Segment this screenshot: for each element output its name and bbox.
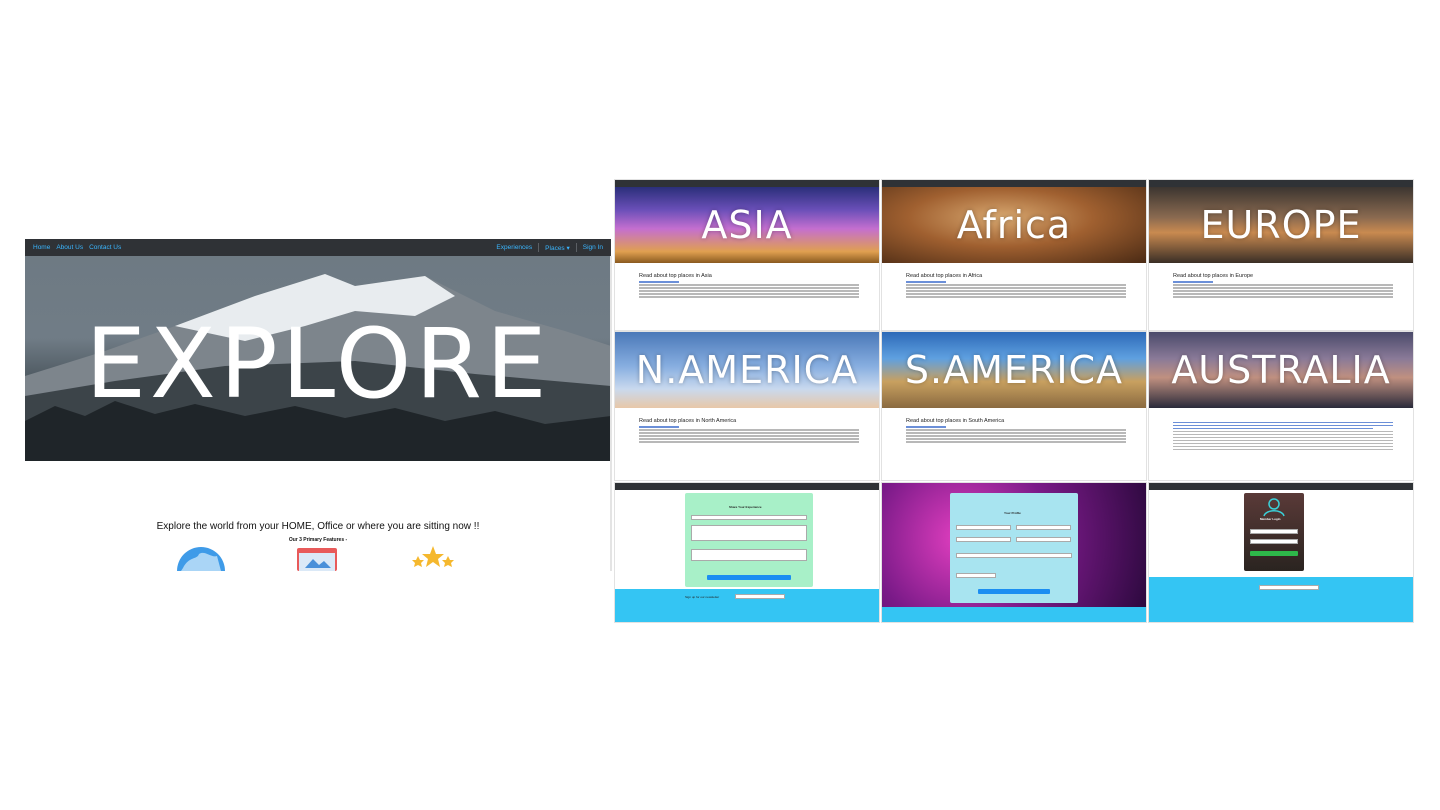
page-body: Read about top places in Africa [882, 263, 1146, 303]
page-body: Read about top places in Europe [1149, 263, 1413, 303]
mini-navbar [1149, 483, 1413, 490]
asia-banner: ASIA [615, 187, 879, 263]
experience-card: Share Your Experience [685, 493, 813, 587]
mini-navbar [615, 483, 879, 490]
asia-page: ASIA Read about top places in Asia [614, 179, 880, 331]
submit-button[interactable] [978, 589, 1050, 594]
tagline: Explore the world from your HOME, Office… [156, 521, 480, 532]
card-title: Share Your Experience [729, 505, 762, 509]
mini-navbar [615, 180, 879, 187]
nav-home-link[interactable]: Home [33, 244, 50, 251]
europe-banner: EUROPE [1149, 187, 1413, 263]
phone-input[interactable] [1016, 537, 1071, 542]
north-america-banner: N.AMERICA [615, 332, 879, 408]
login-page: Member Login [1148, 482, 1414, 623]
explore-homepage: Home About Us Contact Us Experiences Pla… [25, 239, 612, 571]
banner-title: ASIA [701, 203, 793, 247]
last-name-input[interactable] [1016, 525, 1071, 530]
screenshot-collage: Home About Us Contact Us Experiences Pla… [0, 0, 1440, 810]
page-body: Read about top places in South America [882, 408, 1146, 448]
section-heading: Read about top places in Europe [1173, 273, 1254, 279]
user-icon [1263, 498, 1285, 517]
banner-title: Africa [956, 203, 1072, 247]
mini-navbar [882, 180, 1146, 187]
australia-page: AUSTRALIA [1148, 331, 1414, 481]
banner-title: EUROPE [1200, 203, 1362, 247]
username-input[interactable] [1250, 529, 1298, 534]
south-america-page: S.AMERICA Read about top places in South… [881, 331, 1147, 481]
footer-bar: Sign up for our newsletter [615, 589, 879, 622]
hero-banner: EXPLORE [25, 256, 611, 461]
banner-title: S.AMERICA [904, 348, 1124, 392]
south-america-banner: S.AMERICA [882, 332, 1146, 408]
password-input[interactable] [1250, 539, 1298, 544]
login-card: Member Login [1244, 493, 1304, 571]
hero-title: EXPLORE [85, 308, 551, 420]
globe-icon [177, 547, 225, 571]
stars-icon [412, 546, 454, 567]
experience-form-page: Share Your Experience Sign up for our ne… [614, 482, 880, 623]
experience-textarea[interactable] [691, 525, 807, 541]
section-heading: Read about top places in North America [639, 418, 737, 424]
nav-experiences-link[interactable]: Experiences [496, 244, 532, 251]
nav-about-link[interactable]: About Us [56, 244, 83, 251]
nav-divider [575, 243, 577, 252]
nav-right-group: Experiences Places ▾ Sign In [496, 243, 603, 252]
africa-banner: Africa [882, 187, 1146, 263]
profile-card: Your Profile [950, 493, 1078, 603]
card-title: Member Login [1260, 517, 1281, 521]
card-title: Your Profile [1004, 511, 1021, 515]
profile-form-page: Your Profile [881, 482, 1147, 623]
login-button[interactable] [1250, 551, 1298, 556]
section-heading: Read about top places in Asia [639, 273, 712, 279]
top-navbar: Home About Us Contact Us Experiences Pla… [25, 239, 611, 256]
continent-pages-grid: ASIA Read about top places in Asia Afric… [614, 179, 1414, 631]
newsletter-input[interactable] [735, 594, 785, 599]
footer-bar [1149, 577, 1413, 622]
europe-page: EUROPE Read about top places in Europe [1148, 179, 1414, 331]
page-body [1149, 408, 1413, 456]
section-heading: Read about top places in South America [906, 418, 1005, 424]
scrollbar[interactable] [610, 256, 612, 571]
mini-navbar [1149, 180, 1413, 187]
nav-divider [538, 243, 540, 252]
details-textarea[interactable] [691, 549, 807, 561]
page-body: Read about top places in Asia [615, 263, 879, 303]
nav-signin-link[interactable]: Sign In [583, 244, 603, 251]
footer-bar [882, 607, 1146, 622]
email-input[interactable] [956, 537, 1011, 542]
signup-label: Sign up for our newsletter [685, 595, 720, 599]
browser-window-icon [297, 548, 337, 571]
africa-page: Africa Read about top places in Africa [881, 179, 1147, 331]
password-input[interactable] [956, 573, 996, 578]
nav-left-group: Home About Us Contact Us [33, 244, 121, 251]
address-input[interactable] [956, 553, 1072, 558]
name-input[interactable] [691, 515, 807, 520]
banner-title: N.AMERICA [635, 348, 859, 392]
banner-title: AUSTRALIA [1171, 348, 1391, 392]
newsletter-input[interactable] [1259, 585, 1319, 590]
first-name-input[interactable] [956, 525, 1011, 530]
nav-places-dropdown[interactable]: Places ▾ [545, 244, 570, 252]
submit-button[interactable] [707, 575, 791, 580]
section-heading: Read about top places in Africa [906, 273, 983, 279]
page-body: Read about top places in North America [615, 408, 879, 448]
features-heading: Our 3 Primary Features - [288, 537, 348, 543]
nav-contact-link[interactable]: Contact Us [89, 244, 121, 251]
australia-banner: AUSTRALIA [1149, 332, 1413, 408]
north-america-page: N.AMERICA Read about top places in North… [614, 331, 880, 481]
